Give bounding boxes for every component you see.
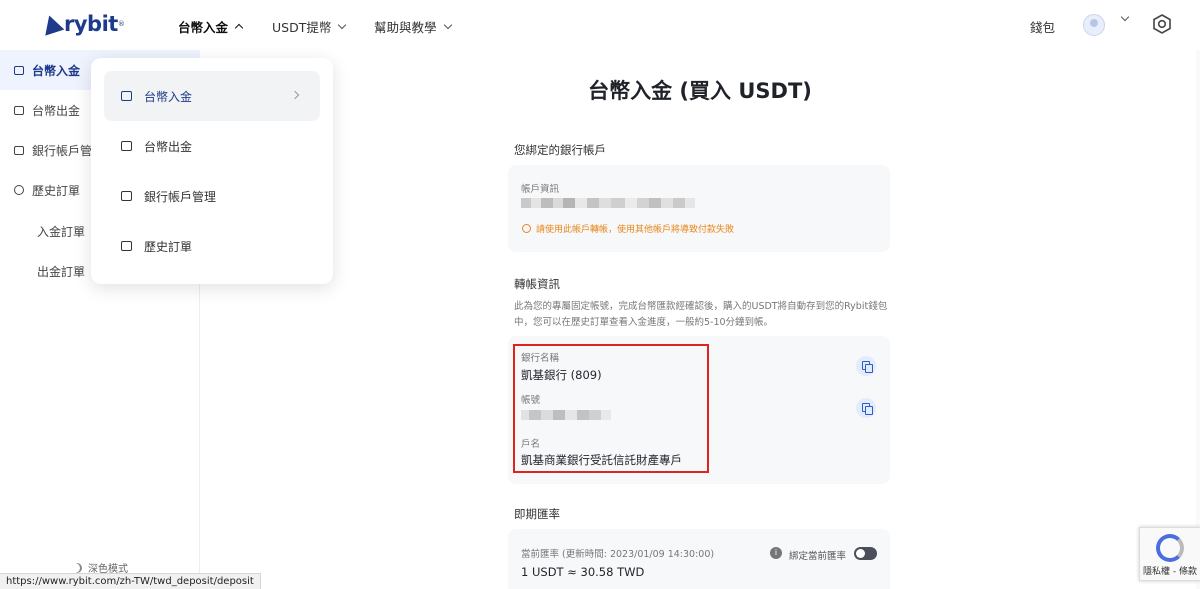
dropdown-item-history[interactable]: 歷史訂單 <box>104 221 320 271</box>
link-status-bar: https://www.rybit.com/zh-TW/twd_deposit/… <box>0 573 261 589</box>
highlight-frame <box>513 344 709 473</box>
rybit-logo[interactable]: rybit ® <box>39 12 125 36</box>
current-rate-label: 當前匯率 (更新時間: 2023/01/09 14:30:00) <box>521 549 715 560</box>
sidebar-sub-deposit-orders[interactable]: 入金訂單 <box>37 223 85 240</box>
withdraw-icon <box>14 105 24 115</box>
info-icon[interactable]: i <box>770 547 782 559</box>
dropdown-item-twd-deposit[interactable]: 台幣入金 <box>104 71 320 121</box>
deposit-icon <box>121 91 132 101</box>
clock-icon <box>14 185 24 195</box>
location-pin-icon <box>522 224 531 233</box>
transfer-description: 此為您的專屬固定帳號，完成台幣匯款經確認後，購入的USDT將自動存到您的Rybi… <box>514 301 888 328</box>
wallet-link[interactable]: 錢包 <box>1030 17 1055 36</box>
transfer-info-title: 轉帳資訊 <box>514 277 560 291</box>
chevron-right-icon <box>290 90 300 100</box>
dropdown-item-label: 台幣出金 <box>144 139 193 154</box>
moon-icon <box>70 563 80 573</box>
spot-rate-title: 即期匯率 <box>514 507 560 521</box>
copy-account-number-button[interactable] <box>856 398 876 418</box>
dropdown-item-label: 歷史訂單 <box>144 239 193 254</box>
dropdown-item-label: 銀行帳戶管理 <box>144 189 217 204</box>
bank-card-icon <box>14 145 24 155</box>
bound-account-card: 帳戶資訊 請使用此帳戶轉帳，使用其他帳戶將導致付款失敗 <box>508 165 890 252</box>
account-info-label: 帳戶資訊 <box>521 184 560 195</box>
sidebar-item-label: 台幣入金 <box>32 63 81 78</box>
deposit-icon <box>14 65 24 75</box>
lock-rate-toggle[interactable] <box>854 547 877 560</box>
nav-help[interactable]: 幫助與教學 <box>374 17 452 36</box>
bound-account-title: 您綁定的銀行帳戶 <box>514 143 606 157</box>
scrollbar[interactable] <box>1196 50 1200 589</box>
dropdown-item-bank-accounts[interactable]: 銀行帳戶管理 <box>104 171 320 221</box>
nav-twd-deposit-label: 台幣入金 <box>178 20 229 35</box>
chevron-up-icon <box>234 23 244 33</box>
top-header: rybit ® 台幣入金 USDT提幣 幫助與教學 錢包 <box>0 0 1200 50</box>
nav-help-label: 幫助與教學 <box>374 20 437 35</box>
recaptcha-privacy-terms[interactable]: 隱私權 - 條款 <box>1143 564 1197 577</box>
nav-usdt-withdraw[interactable]: USDT提幣 <box>272 17 347 36</box>
rybit-logo-mark-icon <box>39 12 65 36</box>
recaptcha-icon <box>1156 534 1184 562</box>
account-warning: 請使用此帳戶轉帳，使用其他帳戶將導致付款失敗 <box>522 222 734 235</box>
copy-bank-name-button[interactable] <box>856 356 876 376</box>
avatar[interactable] <box>1083 14 1105 36</box>
sidebar-item-label: 銀行帳戶管 <box>32 143 93 158</box>
chevron-down-icon <box>443 20 452 29</box>
nav-twd-deposit[interactable]: 台幣入金 <box>178 17 244 36</box>
spot-rate-card: 當前匯率 (更新時間: 2023/01/09 14:30:00) 1 USDT … <box>508 529 890 589</box>
avatar-chevron-down-icon[interactable] <box>1120 12 1130 22</box>
sidebar-item-label: 歷史訂單 <box>32 183 81 198</box>
sidebar-item-label: 台幣出金 <box>32 103 81 118</box>
logo-registered-mark: ® <box>117 20 125 28</box>
account-warning-text: 請使用此帳戶轉帳，使用其他帳戶將導致付款失敗 <box>536 225 735 235</box>
history-icon <box>121 241 132 251</box>
bank-card-icon <box>121 191 132 201</box>
dropdown-item-twd-withdraw[interactable]: 台幣出金 <box>104 121 320 171</box>
masked-account-info <box>521 198 695 208</box>
lock-rate-label: 綁定當前匯率 <box>789 551 847 562</box>
twd-deposit-dropdown: 台幣入金 台幣出金 銀行帳戶管理 歷史訂單 <box>91 58 333 284</box>
dropdown-item-label: 台幣入金 <box>144 89 193 104</box>
current-rate-value: 1 USDT ≈ 30.58 TWD <box>521 565 645 579</box>
chevron-down-icon <box>338 20 347 29</box>
nav-usdt-withdraw-label: USDT提幣 <box>272 20 332 35</box>
settings-icon[interactable] <box>1151 13 1173 35</box>
sidebar-sub-withdraw-orders[interactable]: 出金訂單 <box>37 263 85 280</box>
recaptcha-badge[interactable]: 隱私權 - 條款 <box>1139 527 1200 581</box>
page-title: 台幣入金 (買入 USDT) <box>588 79 812 103</box>
logo-text: rybit <box>64 12 118 36</box>
withdraw-icon <box>121 141 132 151</box>
